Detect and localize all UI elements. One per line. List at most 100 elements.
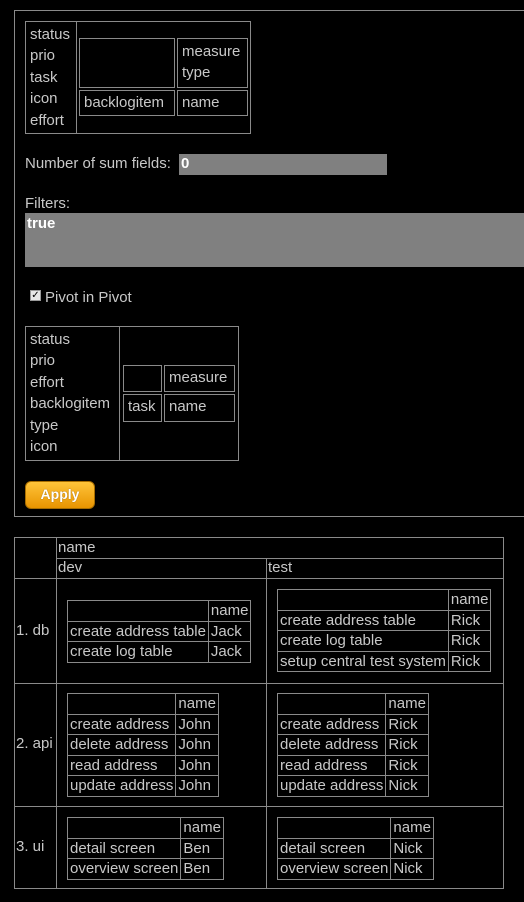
top-axis-drop-zone[interactable]: measure type	[177, 38, 248, 88]
table-cell: Nick	[390, 837, 434, 859]
field-chip[interactable]: status	[30, 329, 110, 350]
field-chip[interactable]: effort	[30, 110, 70, 131]
pivot-in-pivot-checkbox[interactable]: ✓	[30, 290, 41, 301]
table-header-cell: name	[180, 817, 224, 839]
table-cell: update address	[66, 775, 177, 797]
table-row: create address Rick	[276, 713, 429, 735]
field-chip[interactable]: measure	[182, 41, 243, 62]
table-cell: Jack	[207, 620, 252, 642]
table-row: overview screen Nick	[276, 858, 434, 880]
pivot-design-grid: status prio task icon effort measure typ…	[25, 21, 251, 134]
grid-line	[266, 558, 267, 888]
table-cell	[276, 693, 387, 715]
column-field-header: name	[58, 539, 96, 556]
table-cell: John	[175, 734, 219, 756]
grid-divider	[119, 327, 120, 460]
table-row: create address table Jack	[67, 620, 252, 642]
table-cell: Ben	[180, 837, 224, 859]
field-chip[interactable]: name	[169, 398, 207, 415]
corner-drop-zone[interactable]	[79, 38, 175, 88]
table-row: update address Nick	[276, 775, 429, 797]
inner-table-db-dev: name create address table Jack create log…	[67, 600, 252, 663]
table-row: detail screen Ben	[66, 837, 224, 859]
inner-data-drop-zone[interactable]: name	[164, 394, 235, 422]
field-chip[interactable]: icon	[30, 88, 70, 109]
field-chip[interactable]: status	[30, 24, 70, 45]
table-row: delete address Rick	[276, 734, 429, 756]
inner-top-axis-drop-zone[interactable]: measure	[164, 365, 235, 392]
table-cell: create address	[276, 713, 387, 735]
field-chip[interactable]: icon	[30, 436, 110, 457]
pivot-result-table: name dev test 1. db 2. api 3. ui name cr…	[14, 537, 504, 889]
field-chip[interactable]: prio	[30, 350, 110, 371]
field-chip[interactable]: task	[128, 398, 156, 415]
inner-table-ui-dev: name detail screen Ben overview screen Ben	[66, 817, 224, 880]
table-row: detail screen Nick	[276, 837, 434, 859]
filters-textarea[interactable]: true	[25, 213, 524, 267]
table-row: setup central test system Rick	[277, 650, 492, 672]
data-drop-zone[interactable]: name	[177, 90, 248, 116]
table-cell: create address table	[277, 609, 449, 631]
inner-table-api-test: name create address Rick delete address Ri…	[276, 693, 429, 797]
table-cell: Ben	[180, 858, 224, 880]
grid-line	[15, 806, 503, 807]
table-cell: Rick	[385, 713, 429, 735]
inner-table-ui-test: name detail screen Nick overview screen Ni…	[276, 817, 434, 880]
table-cell: Jack	[207, 641, 252, 663]
left-axis-drop-zone[interactable]: backlogitem	[79, 90, 175, 116]
filters-label: Filters:	[25, 195, 70, 212]
table-cell: John	[175, 775, 219, 797]
table-cell	[67, 600, 209, 622]
table-row: read address Rick	[276, 754, 429, 776]
table-row: name	[66, 693, 219, 715]
field-chip[interactable]: effort	[30, 372, 110, 393]
table-row: create log table Jack	[67, 641, 252, 663]
table-row: create address table Rick	[277, 609, 492, 631]
field-chip[interactable]: name	[182, 94, 220, 111]
table-row: delete address John	[66, 734, 219, 756]
field-chip[interactable]: type	[30, 415, 110, 436]
field-chip[interactable]: task	[30, 67, 70, 88]
table-cell: delete address	[66, 734, 177, 756]
column-header-dev: dev	[58, 559, 83, 576]
row-header: 3. ui	[16, 838, 45, 855]
grid-line	[56, 538, 57, 888]
field-chip[interactable]: type	[182, 62, 243, 83]
table-header-cell: name	[447, 589, 492, 611]
inner-table-api-dev: name create address John delete address Jo…	[66, 693, 219, 797]
inner-left-axis-drop-zone[interactable]: task	[123, 394, 162, 422]
row-header: 1. db	[16, 622, 50, 639]
table-row: overview screen Ben	[66, 858, 224, 880]
field-chip[interactable]: prio	[30, 45, 70, 66]
table-cell: Nick	[385, 775, 429, 797]
table-cell: Rick	[447, 609, 492, 631]
table-cell: delete address	[276, 734, 387, 756]
table-cell: setup central test system	[277, 650, 449, 672]
apply-button[interactable]: Apply	[25, 481, 95, 509]
table-row: create log table Rick	[277, 630, 492, 652]
table-cell: read address	[276, 754, 387, 776]
table-row: name	[67, 600, 252, 622]
grid-divider	[76, 22, 77, 133]
sum-fields-label: Number of sum fields:	[25, 155, 171, 172]
table-cell: John	[175, 713, 219, 735]
grid-line	[15, 578, 503, 579]
table-cell: create address	[66, 713, 177, 735]
inner-pivot-design-grid: status prio effort backlogitem type icon…	[25, 326, 239, 461]
table-cell: detail screen	[276, 837, 392, 859]
sum-fields-input[interactable]: 0	[179, 154, 387, 175]
row-header: 2. api	[16, 735, 53, 752]
table-cell	[66, 817, 182, 839]
table-cell: Rick	[447, 630, 492, 652]
field-chip[interactable]: backlogitem	[84, 94, 164, 111]
inner-corner-drop-zone[interactable]	[123, 365, 162, 392]
table-header-cell: name	[207, 600, 252, 622]
table-row: create address John	[66, 713, 219, 735]
table-row: name	[276, 817, 434, 839]
table-header-cell: name	[390, 817, 434, 839]
table-cell: Nick	[390, 858, 434, 880]
table-cell: Rick	[385, 734, 429, 756]
pivot-in-pivot-label: Pivot in Pivot	[45, 289, 132, 306]
field-chip[interactable]: measure	[169, 369, 227, 386]
field-chip[interactable]: backlogitem	[30, 393, 110, 414]
